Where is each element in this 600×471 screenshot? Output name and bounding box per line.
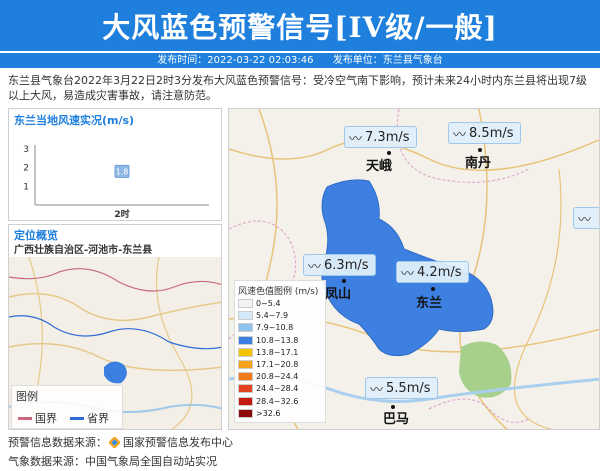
city-marker bbox=[387, 151, 391, 155]
wind-scale-swatch bbox=[238, 335, 253, 345]
city-label: 天峨 bbox=[366, 159, 393, 174]
station-tiane[interactable]: 〰 7.3m/s bbox=[344, 126, 417, 148]
wind-scale-item: 20.8~24.4 bbox=[238, 371, 298, 382]
wind-scale-label: 13.8~17.1 bbox=[256, 347, 299, 357]
wind-scale-item: 28.4~32.6 bbox=[238, 396, 298, 407]
wind-icon: 〰 bbox=[578, 212, 592, 228]
wind-scale-item: 13.8~17.1 bbox=[238, 347, 298, 358]
wind-scale-label: >32.6 bbox=[256, 408, 281, 418]
national-border-swatch bbox=[18, 416, 32, 420]
wind-scale-swatch bbox=[238, 384, 253, 394]
map-legend-title: 图例 bbox=[16, 390, 38, 403]
wind-scale-item: 17.1~20.8 bbox=[238, 359, 298, 370]
wind-scale-item: 7.9~10.8 bbox=[238, 322, 293, 333]
station-speed: 7.3m/s bbox=[365, 129, 410, 145]
city-label: 东兰 bbox=[416, 296, 443, 311]
y-tick-label: 3 bbox=[23, 145, 29, 155]
wind-scale-label: 0~5.4 bbox=[256, 299, 281, 308]
location-panel: 定位概览 广西壮族自治区-河池市-东兰县 图例 国界 省界 bbox=[8, 224, 222, 430]
wind-scale-label: 20.8~24.4 bbox=[256, 372, 299, 382]
station-nandan[interactable]: 〰 8.5m/s bbox=[448, 122, 521, 144]
wind-icon: 〰 bbox=[370, 382, 384, 398]
wind-scale-item: 24.4~28.4 bbox=[238, 383, 298, 394]
wind-scale-item: 10.8~13.8 bbox=[238, 335, 298, 346]
station-speed: 8.5m/s bbox=[469, 125, 514, 141]
wind-scale-swatch bbox=[238, 372, 253, 382]
wind-scale-title: 风速色值图例 (m/s) bbox=[238, 287, 319, 297]
station-donglan[interactable]: 〰 4.2m/s bbox=[396, 261, 469, 283]
wind-speed-chart: 1 2 3 1.8 2时 bbox=[23, 145, 209, 220]
wind-scale-swatch bbox=[238, 323, 253, 333]
wind-scale-item: 5.4~7.9 bbox=[238, 310, 288, 321]
wind-scale-item: 0~5.4 bbox=[238, 298, 281, 309]
location-region: 广西壮族自治区-河池市-东兰县 bbox=[14, 245, 153, 256]
wind-scale-item: >32.6 bbox=[238, 408, 281, 419]
warning-description: 东兰县气象台2022年3月22日2时3分发布大风蓝色预警信号：受冷空气南下影响，… bbox=[8, 74, 587, 102]
city-marker bbox=[342, 279, 346, 283]
wind-icon: 〰 bbox=[401, 266, 415, 282]
wind-scale-label: 28.4~32.6 bbox=[256, 396, 299, 406]
wind-scale-swatch bbox=[238, 311, 253, 321]
station-speed: 4.2m/s bbox=[417, 264, 462, 280]
station-speed: 6.3m/s bbox=[324, 257, 369, 273]
city-label: 巴马 bbox=[383, 412, 410, 427]
x-tick-label: 2时 bbox=[114, 208, 129, 220]
legend-national-border: 国界 bbox=[18, 410, 57, 426]
wind-scale-label: 24.4~28.4 bbox=[256, 384, 299, 394]
station-fengshan[interactable]: 〰 6.3m/s bbox=[303, 254, 376, 276]
wind-scale-swatch bbox=[238, 299, 253, 308]
wind-icon: 〰 bbox=[453, 127, 467, 143]
weather-source: 气象数据来源：中国气象局全国自动站实况 bbox=[8, 455, 217, 468]
city-marker bbox=[478, 148, 482, 152]
station-bama[interactable]: 〰 5.5m/s bbox=[365, 377, 438, 399]
wind-scale-swatch bbox=[238, 396, 253, 406]
warning-banner: 大风蓝色预警信号[IV级/一般] bbox=[0, 0, 600, 51]
legend-label: 省界 bbox=[87, 412, 109, 425]
warning-source-name: 国家预警信息发布中心 bbox=[123, 436, 233, 449]
wind-scale-legend: 风速色值图例 (m/s) 0~5.4 5.4~7.9 7.9~10.8 10.8~13… bbox=[234, 280, 326, 423]
provincial-border-swatch bbox=[70, 416, 84, 420]
publish-time: 发布时间：2022-03-22 02:03:46 bbox=[157, 55, 314, 66]
wind-scale-label: 10.8~13.8 bbox=[256, 335, 299, 345]
data-label: 1.8 bbox=[116, 167, 129, 176]
city-label: 南丹 bbox=[465, 156, 492, 171]
wind-speed-panel: 东兰当地风速实况(m/s) 1 2 3 1.8 2时 bbox=[8, 108, 222, 221]
wind-scale-swatch bbox=[238, 408, 253, 418]
wind-icon: 〰 bbox=[308, 259, 322, 275]
city-marker bbox=[391, 405, 395, 409]
city-marker bbox=[431, 287, 435, 291]
y-tick-label: 2 bbox=[23, 164, 29, 174]
wind-icon: 〰 bbox=[349, 131, 363, 147]
warning-title: 大风蓝色预警信号[IV级/一般] bbox=[102, 11, 498, 44]
publish-info-bar: 发布时间：2022-03-22 02:03:46 发布单位：东兰县气象台 bbox=[0, 53, 600, 68]
warning-source: 预警信息数据来源： 国家预警信息发布中心 bbox=[8, 434, 233, 450]
wind-scale-label: 17.1~20.8 bbox=[256, 360, 299, 369]
city-label: 凤山 bbox=[325, 287, 352, 302]
wind-scale-label: 7.9~10.8 bbox=[256, 323, 294, 333]
warning-center-logo-icon bbox=[109, 436, 120, 448]
legend-provincial-border: 省界 bbox=[70, 410, 109, 426]
wind-scale-swatch bbox=[238, 360, 253, 369]
map-legend: 图例 国界 省界 bbox=[11, 385, 123, 429]
legend-label: 国界 bbox=[35, 412, 57, 425]
station-partial[interactable]: 〰 bbox=[573, 207, 599, 229]
wind-scale-swatch bbox=[238, 347, 253, 357]
station-speed: 5.5m/s bbox=[386, 380, 431, 396]
warning-source-label: 预警信息数据来源： bbox=[8, 436, 107, 449]
publisher: 发布单位：东兰县气象台 bbox=[332, 55, 443, 66]
wind-scale-label: 5.4~7.9 bbox=[256, 311, 289, 321]
y-tick-label: 1 bbox=[23, 182, 29, 192]
